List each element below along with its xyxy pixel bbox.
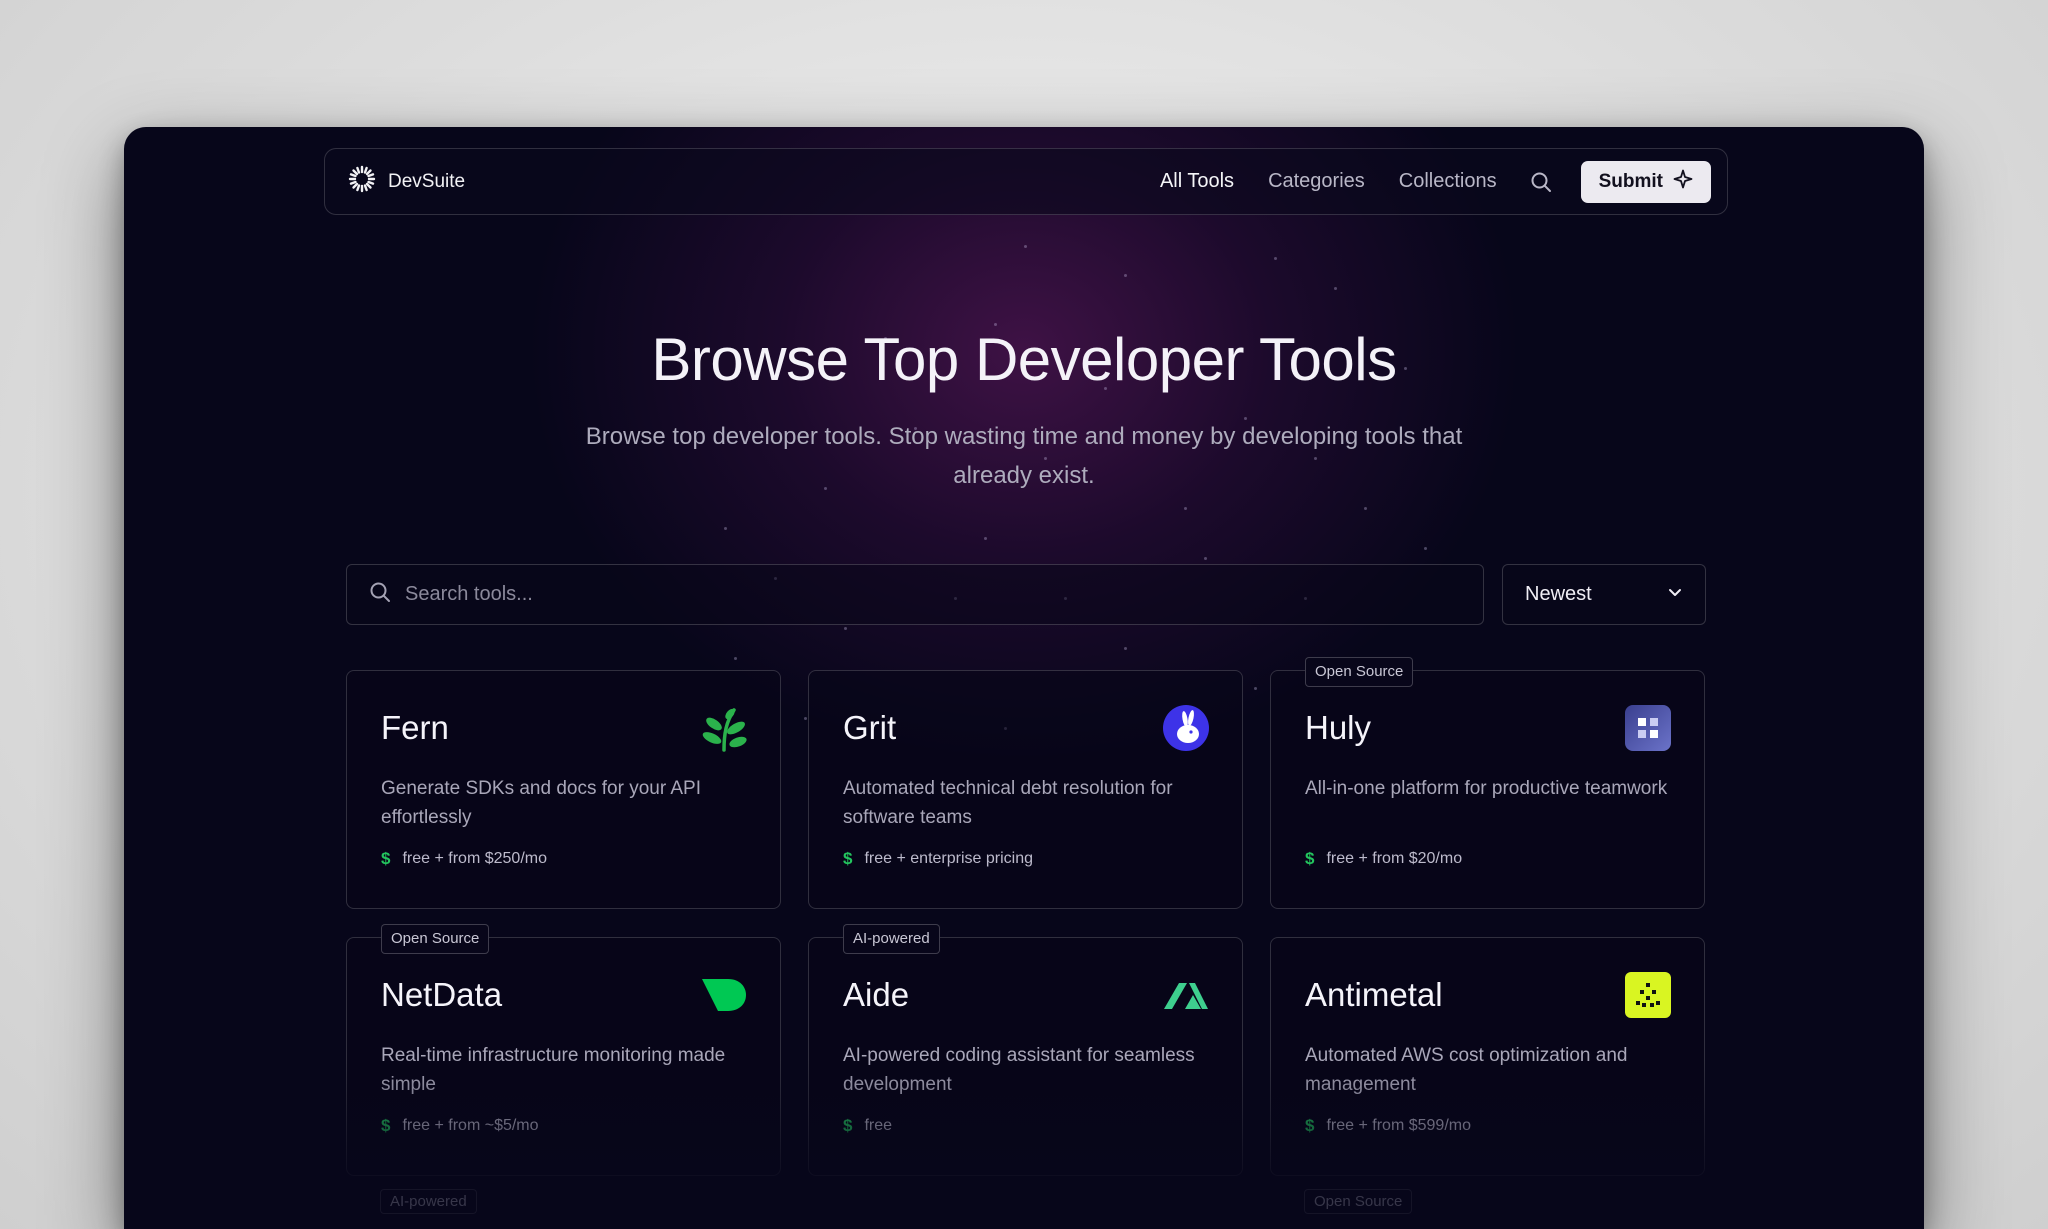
sort-selected: Newest [1525, 583, 1592, 605]
star-dot [1424, 547, 1427, 550]
tool-name: Huly [1305, 709, 1372, 746]
devsuite-logo-icon [348, 165, 376, 198]
brand-name: DevSuite [388, 170, 466, 192]
star-dot [734, 657, 737, 660]
nav-link-all-tools[interactable]: All Tools [1160, 170, 1234, 193]
tool-pricing: $ free + from $599/mo [1305, 1116, 1471, 1136]
star-dot [1024, 245, 1027, 248]
star-dot [984, 537, 987, 540]
tool-price: free + from $250/mo [402, 850, 547, 867]
dollar-icon: $ [843, 849, 853, 868]
tool-description: Automated AWS cost optimization and mana… [1305, 1045, 1628, 1095]
star-dot [1274, 257, 1277, 260]
sort-dropdown[interactable]: Newest [1502, 564, 1706, 625]
tool-price: free + from ~$5/mo [402, 1117, 539, 1134]
tool-description: AI-powered coding assistant for seamless… [843, 1045, 1195, 1095]
tool-pricing: $ free + enterprise pricing [843, 849, 1033, 869]
tool-card-netdata[interactable]: Open Source NetData Real-time infrastruc… [346, 924, 781, 1176]
chevron-down-icon [1667, 584, 1683, 605]
star-dot [1334, 287, 1337, 290]
submit-button[interactable]: Submit [1580, 160, 1711, 203]
grit-rabbit-icon [1162, 704, 1210, 752]
dollar-icon: $ [843, 1116, 853, 1135]
netdata-icon [700, 971, 748, 1019]
open-source-badge: Open Source [1305, 657, 1414, 687]
tool-name: NetData [381, 976, 503, 1013]
star-dot [844, 627, 847, 630]
tool-card-grit[interactable]: Grit Automated technical debt resolution… [808, 670, 1243, 909]
browser-frame: DevSuite All Tools Categories Collection… [124, 127, 1924, 1229]
search-input[interactable] [405, 583, 1305, 606]
fern-leaf-icon [700, 704, 748, 752]
tool-card-fern[interactable]: Fern Generate SDKs and docs for your API… [346, 670, 781, 909]
dollar-icon: $ [381, 849, 391, 868]
tool-pricing: $ free + from $250/mo [381, 849, 547, 869]
tool-description: Real-time infrastructure monitoring made… [381, 1045, 726, 1095]
star-dot [724, 527, 727, 530]
nav-link-categories[interactable]: Categories [1268, 170, 1365, 193]
star-dot [1184, 507, 1187, 510]
tool-price: free + from $599/mo [1326, 1117, 1471, 1134]
tool-name: Antimetal [1305, 976, 1443, 1013]
nav-links: All Tools Categories Collections Submit [1126, 160, 1711, 203]
tool-description: All-in-one platform for productive teamw… [1305, 778, 1668, 799]
tool-price: free + from $20/mo [1326, 850, 1463, 867]
tool-name: Fern [381, 709, 449, 746]
tool-card-aide[interactable]: AI-powered Aide AI-powered coding assist… [808, 924, 1243, 1176]
ai-powered-badge: AI-powered [380, 1189, 477, 1214]
huly-icon [1624, 704, 1672, 752]
tool-pricing: $ free [843, 1116, 892, 1136]
star-dot [1364, 507, 1367, 510]
nav-link-collections[interactable]: Collections [1399, 170, 1497, 193]
tool-name: Grit [843, 709, 897, 746]
sparkle-icon [1673, 169, 1693, 195]
star-dot [1204, 557, 1207, 560]
ai-powered-badge: AI-powered [843, 924, 940, 954]
star-dot [804, 717, 807, 720]
open-source-badge: Open Source [1304, 1189, 1413, 1214]
tool-description: Automated technical debt resolution for … [843, 778, 1173, 828]
top-nav: DevSuite All Tools Categories Collection… [324, 148, 1728, 215]
submit-label: Submit [1598, 170, 1663, 192]
page-title: Browse Top Developer Tools [651, 326, 1397, 393]
star-dot [1254, 687, 1257, 690]
dollar-icon: $ [1305, 849, 1315, 868]
search-icon[interactable] [1529, 170, 1553, 194]
tool-price: free [864, 1117, 893, 1134]
aide-icon [1162, 971, 1210, 1019]
search-icon [369, 581, 391, 608]
star-dot [1124, 274, 1127, 277]
tool-description: Generate SDKs and docs for your API effo… [381, 778, 702, 828]
dollar-icon: $ [381, 1116, 391, 1135]
tool-pricing: $ free + from ~$5/mo [381, 1116, 539, 1136]
tool-price: free + enterprise pricing [864, 850, 1033, 867]
dollar-icon: $ [1305, 1116, 1315, 1135]
star-dot [1124, 647, 1127, 650]
antimetal-icon [1624, 971, 1672, 1019]
open-source-badge: Open Source [381, 924, 490, 954]
tool-card-antimetal[interactable]: Antimetal Automated AWS cost optimizatio… [1270, 937, 1705, 1176]
search-bar [346, 564, 1484, 625]
tool-name: Aide [843, 976, 910, 1013]
tool-card-huly[interactable]: Open Source Huly All-in-one platform for… [1270, 657, 1705, 909]
brand[interactable]: DevSuite [348, 165, 465, 198]
tool-pricing: $ free + from $20/mo [1305, 849, 1462, 869]
page-subtitle: Browse top developer tools. Stop wasting… [585, 423, 1463, 489]
